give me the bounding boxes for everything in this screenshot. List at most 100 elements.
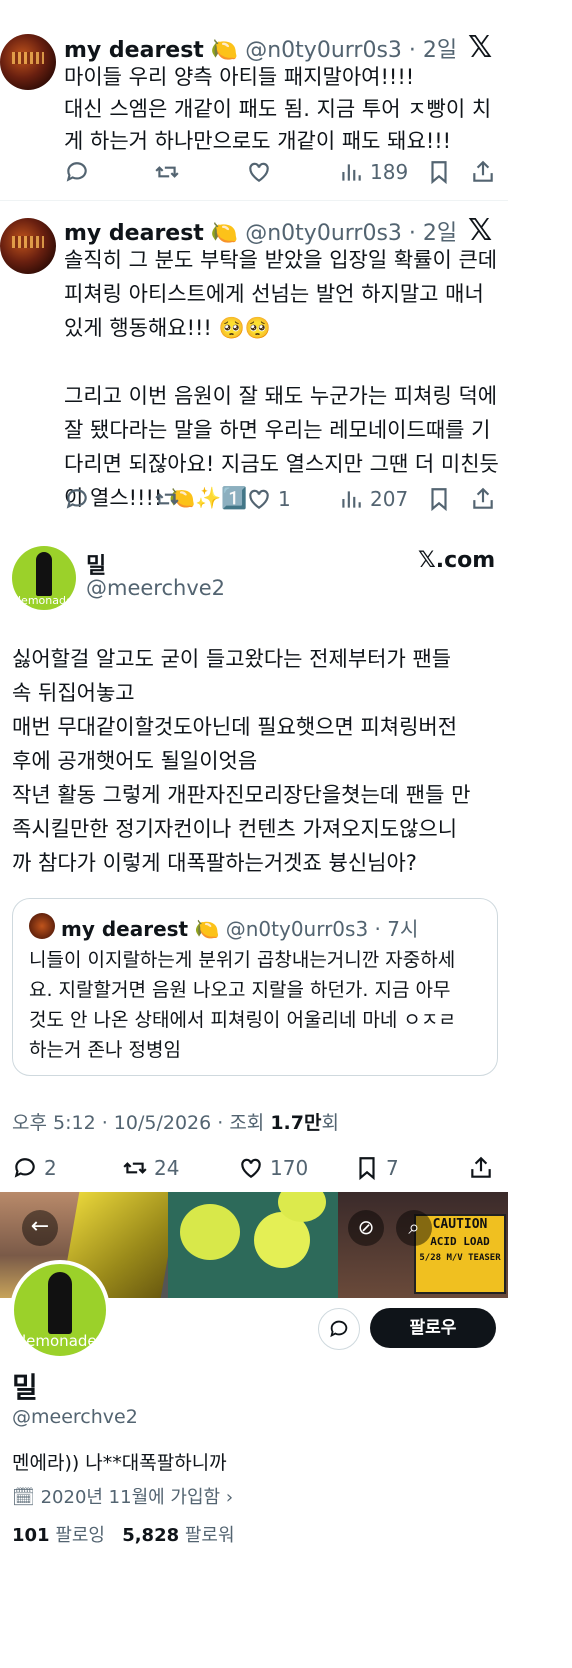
bookmark-icon [359,1157,375,1181]
profile-joined[interactable]: 🗓 2020년 11월에 가입함 › [12,1483,233,1509]
tweet-meta: 오후 5:12 · 10/5/2026 · 조회 1.7만회 [12,1108,339,1135]
quote-author-handle: @n0ty0urr0s3 [225,917,369,941]
search-icon: ⌕ [408,1215,420,1239]
profile-avatar[interactable]: lemonade [10,1260,110,1360]
retweet-button[interactable] [154,159,180,185]
calendar-icon: 🗓 [12,1487,35,1508]
tweet-header: my dearest 🍋 @n0ty0urr0s3 · 2일 [64,32,457,64]
grok-button[interactable]: ⊘ [348,1210,384,1246]
reply-button[interactable] [64,486,90,512]
reply-count: 2 [44,1156,57,1180]
views-icon [342,164,361,181]
avatar[interactable] [0,218,56,274]
x-logo-icon: 𝕏 [418,548,436,573]
profile-name: 밀 [12,1371,38,1404]
grok-icon: ⊘ [357,1215,375,1239]
views-count: 189 [370,160,409,184]
message-button[interactable] [318,1308,360,1350]
author-name[interactable]: my dearest [64,38,204,63]
avatar-text: lemonade [22,1332,97,1350]
divider [0,200,508,201]
heart-icon [241,1158,261,1178]
avatar[interactable]: lemonade [12,546,76,610]
reply-button[interactable] [64,159,90,185]
retweet-count: 24 [154,1156,180,1180]
following-link[interactable]: 101 팔로잉 [12,1525,111,1546]
timestamp[interactable]: · 2일 [409,38,457,63]
views-button[interactable]: 189 [338,159,408,185]
share-icon [473,160,493,182]
like-button[interactable] [246,159,272,185]
avatar-text: lemonade [18,594,73,607]
tweet-body: 싫어할걸 알고도 굳이 들고왔다는 전제부터가 팬들 속 뒤집어놓고 매번 무대… [12,647,471,875]
like-button[interactable]: 1 [246,486,291,512]
bookmark-count: 7 [386,1156,399,1180]
retweet-icon [123,1162,147,1174]
follow-stats: 101 팔로잉 5,828 팔로워 [12,1521,235,1547]
site-domain: .com [435,548,496,573]
quote-avatar [29,913,55,939]
quote-tweet[interactable]: my dearest 🍋 @n0ty0urr0s3 · 7시 니들이 이지랄하는… [12,898,498,1076]
likes-count: 170 [270,1156,309,1180]
quote-timestamp: · 7시 [374,917,419,941]
followers-count: 5,828 [122,1525,180,1546]
followers-label: 팔로워 [184,1525,235,1546]
quote-header: my dearest 🍋 @n0ty0urr0s3 · 7시 [61,913,418,942]
retweet-button[interactable] [154,486,180,512]
back-button[interactable]: ← [22,1210,58,1246]
tweet-actions: 189 [64,157,504,187]
bookmark-button[interactable]: 7 [354,1155,399,1181]
bookmark-icon [431,488,447,512]
tweet-meta-suffix: 회 [321,1112,339,1134]
follow-button[interactable]: 팔로우 [370,1308,496,1348]
likes-count: 1 [278,487,291,511]
views-icon [342,491,361,508]
tweet-actions: 1 207 [64,484,504,514]
bookmark-button[interactable] [426,486,452,512]
x-logo-icon: 𝕏 [468,30,493,65]
share-icon [471,1156,491,1178]
followers-link[interactable]: 5,828 팔로워 [122,1525,234,1546]
reply-icon [14,1158,35,1178]
reply-icon [66,489,87,509]
reply-icon [66,162,87,182]
x-com-logo: 𝕏.com [418,548,495,573]
share-button[interactable] [468,1155,494,1181]
arrow-left-icon: ← [30,1214,50,1239]
profile-bio: 멘에라)) 나**대폭팔하니까 [12,1452,227,1474]
quote-author-name: my dearest [61,917,189,941]
tweet-meta-views: 1.7만 [270,1112,322,1134]
author-handle[interactable]: @n0ty0urr0s3 [245,38,402,63]
share-icon [473,487,493,509]
following-count: 101 [12,1525,50,1546]
views-button[interactable]: 207 [338,486,408,512]
main-tweet-actions: 2 24 170 7 [12,1152,496,1184]
lemon-emoji: 🍋 [194,917,220,941]
following-label: 팔로잉 [55,1525,105,1546]
like-button[interactable]: 170 [238,1155,308,1181]
avatar[interactable] [0,34,56,90]
retweet-button[interactable]: 24 [122,1155,179,1181]
retweet-icon [155,166,179,178]
views-count: 207 [370,487,409,511]
retweet-icon [155,493,179,505]
bookmark-button[interactable] [426,159,452,185]
tweet-body: 솔직히 그 분도 부탁을 받았을 입장일 확률이 큰데 피쳐링 아티스트에게 선… [64,248,499,510]
tweet-body: 마이들 우리 양측 아티들 패지말아여!!!! 대신 스엠은 개같이 패도 됨.… [64,65,492,153]
reply-button[interactable]: 2 [12,1155,57,1181]
chevron-right-icon: › [225,1487,234,1508]
bookmark-icon [431,161,447,185]
quote-body: 니들이 이지랄하는게 분위기 곱창내는거니깐 자중하세 요. 지랄할거면 음원 … [29,949,456,1061]
author-handle[interactable]: @meerchve2 [86,576,225,600]
teaser-text: 5/28 M/V TEASER [419,1253,501,1263]
heart-icon [249,162,269,182]
joined-text: 2020년 11월에 가입함 [40,1487,221,1508]
tweet-meta-date: 오후 5:12 · 10/5/2026 · 조회 [12,1112,271,1134]
share-button[interactable] [470,486,496,512]
share-button[interactable] [470,159,496,185]
chat-bubble-icon [330,1320,348,1338]
lemon-emoji: 🍋 [210,38,239,63]
profile-handle: @meerchve2 [12,1406,138,1428]
heart-icon [249,489,269,509]
search-button[interactable]: ⌕ [396,1210,432,1246]
